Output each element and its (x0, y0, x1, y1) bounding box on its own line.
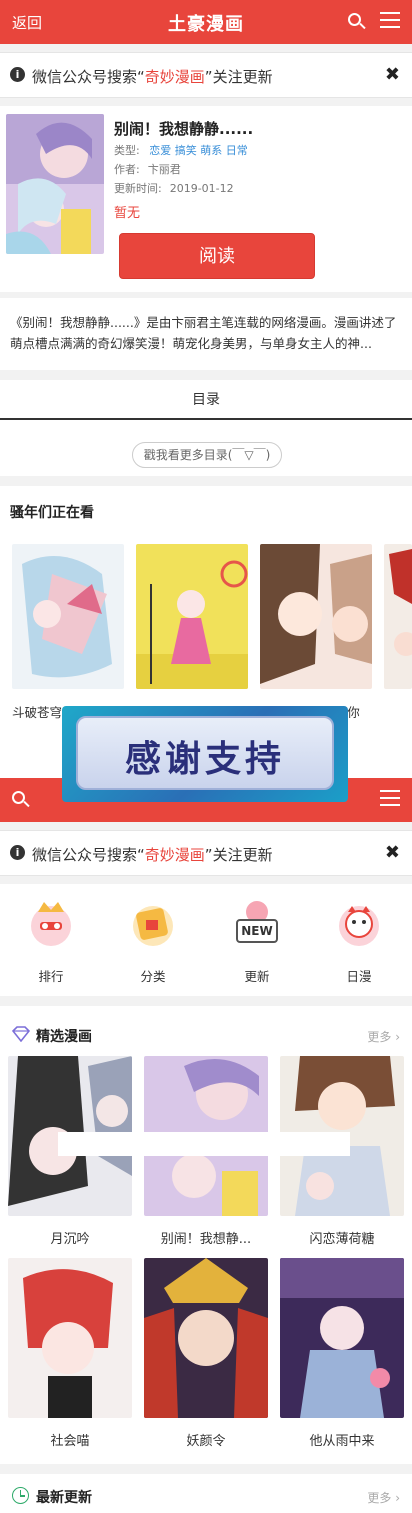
featured-section: 精选漫画 更多 › 月沉吟 别闹！我想静... 闪恋薄荷糖 社会喵 妖颜令 他从… (0, 1006, 412, 1464)
comic-description: 《别闹！我想静静......》是由卞丽君主笔连载的网络漫画。漫画讲述了萌点槽点满… (10, 315, 397, 351)
new-badge: NEW (241, 924, 273, 938)
tag-link[interactable]: 恋爱 (149, 144, 171, 157)
top-header: 返回 土豪漫画 (0, 0, 412, 44)
section-title: 精选漫画 (36, 1029, 92, 1045)
comic-cover[interactable] (384, 544, 412, 689)
info-icon: i (10, 67, 25, 82)
description-block: 《别闹！我想静静......》是由卞丽君主笔连载的网络漫画。漫画讲述了萌点槽点满… (0, 298, 412, 370)
nav-label[interactable]: 日漫 (334, 966, 384, 985)
comic-cover[interactable] (12, 544, 124, 689)
comic-author: 作者: 卞丽君 (114, 163, 181, 176)
thanks-text: 感谢支持 (124, 739, 285, 780)
search-icon[interactable] (348, 13, 366, 31)
nav-label[interactable]: 排行 (26, 966, 76, 985)
tag-link[interactable]: 日常 (226, 144, 248, 157)
comic-status: 暂无 (114, 206, 141, 221)
comic-cover[interactable] (6, 114, 104, 254)
comic-title: 别闹！我想静静...... (114, 120, 254, 138)
featured-item-title[interactable]: 妖颜令 (144, 1430, 268, 1449)
ranking-icon[interactable] (26, 898, 76, 948)
featured-item-title[interactable]: 社会喵 (8, 1430, 132, 1449)
mask-strip (58, 1132, 350, 1156)
comic-type: 类型: 恋爱 搞笑 萌系 日常 (114, 144, 248, 157)
comic-cover[interactable] (260, 544, 372, 689)
menu-icon[interactable] (380, 790, 400, 808)
comic-cover[interactable] (136, 544, 248, 689)
featured-item-title[interactable]: 他从雨中来 (280, 1430, 404, 1449)
new-icon[interactable]: NEW (232, 898, 282, 948)
notice-bar: i 微信公众号搜索“奇妙漫画”关注更新 ✖ (0, 830, 412, 876)
more-catalog-button[interactable]: 戳我看更多目录(￣▽￣) (132, 442, 282, 468)
comic-cover[interactable] (8, 1258, 132, 1418)
diamond-icon (11, 1026, 31, 1043)
section-title: 骚年们正在看 (10, 505, 94, 521)
menu-icon[interactable] (380, 12, 400, 30)
section-title: 最新更新 (36, 1490, 92, 1506)
search-icon[interactable] (12, 791, 30, 809)
close-icon[interactable]: ✖ (385, 842, 400, 863)
nav-label[interactable]: 更新 (232, 966, 282, 985)
read-button[interactable]: 阅读 (119, 233, 315, 279)
notice-bar: i 微信公众号搜索“奇妙漫画”关注更新 ✖ (0, 52, 412, 98)
nav-grid: NEW 排行 分类 更新 日漫 (0, 884, 412, 996)
featured-item-title[interactable]: 闪恋薄荷糖 (280, 1228, 404, 1247)
comic-update-time: 更新时间: 2019-01-12 (114, 182, 234, 195)
tag-link[interactable]: 搞笑 (175, 144, 197, 157)
category-icon[interactable] (128, 898, 178, 948)
catalog-section: 目录 戳我看更多目录(￣▽￣) (0, 380, 412, 476)
featured-item-title[interactable]: 月沉吟 (8, 1228, 132, 1247)
tag-link[interactable]: 萌系 (200, 144, 222, 157)
japanese-comic-icon[interactable] (334, 898, 384, 948)
thanks-banner: 感谢支持 (62, 706, 348, 802)
more-link[interactable]: 更多 › (367, 1028, 400, 1045)
nav-label[interactable]: 分类 (128, 966, 178, 985)
comic-cover[interactable] (144, 1258, 268, 1418)
clock-icon (12, 1487, 29, 1504)
notice-text: 微信公众号搜索“奇妙漫画”关注更新 (32, 846, 273, 864)
comic-cover[interactable] (280, 1258, 404, 1418)
featured-item-title[interactable]: 别闹！我想静... (144, 1228, 268, 1247)
close-icon[interactable]: ✖ (385, 64, 400, 85)
more-link[interactable]: 更多 › (367, 1489, 400, 1506)
notice-text: 微信公众号搜索“奇妙漫画”关注更新 (32, 68, 273, 86)
info-icon: i (10, 845, 25, 860)
latest-section: 最新更新 更多 › (0, 1474, 412, 1513)
tab-catalog[interactable]: 目录 (0, 380, 412, 420)
